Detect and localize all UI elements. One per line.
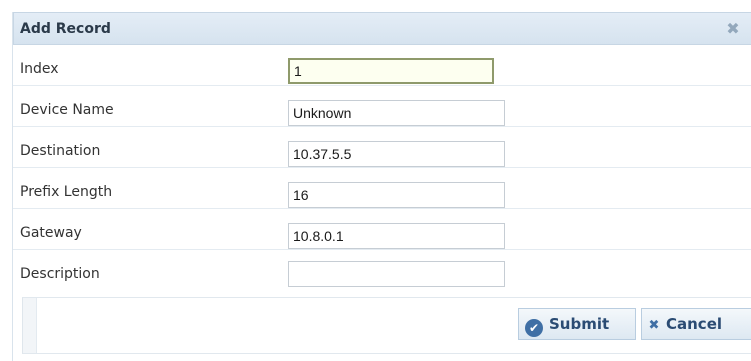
dialog-footer: ✔ Submit ✖ Cancel [22,297,751,354]
description-label: Description [20,266,100,282]
x-icon: ✖ [648,318,660,333]
index-input[interactable] [288,58,494,84]
prefix-length-input[interactable] [288,182,505,208]
footer-button-area: ✔ Submit ✖ Cancel [36,298,751,353]
field-row-gateway: Gateway [13,217,751,250]
destination-input[interactable] [288,141,505,167]
prefix-length-label: Prefix Length [20,184,113,200]
close-icon[interactable]: ✖ [725,20,741,38]
field-row-destination: Destination [13,135,751,168]
index-label: Index [20,61,59,77]
gateway-input[interactable] [288,223,505,249]
device-name-label: Device Name [20,102,114,118]
dialog-titlebar[interactable]: Add Record ✖ [13,12,751,45]
cancel-button[interactable]: ✖ Cancel [641,308,751,340]
dialog-title: Add Record [20,21,111,37]
submit-label: Submit [549,315,610,333]
field-row-description: Description [13,258,751,290]
submit-button[interactable]: ✔ Submit [518,308,636,340]
device-name-input[interactable] [288,100,505,126]
cancel-label: Cancel [666,315,723,333]
description-input[interactable] [288,261,505,287]
field-row-index: Index [13,53,751,86]
check-circle-icon: ✔ [525,319,543,337]
field-row-device-name: Device Name [13,94,751,127]
gateway-label: Gateway [20,225,82,241]
add-record-dialog: Add Record ✖ Index Device Name Destinati… [12,12,751,361]
destination-label: Destination [20,143,101,159]
field-row-prefix-length: Prefix Length [13,176,751,209]
